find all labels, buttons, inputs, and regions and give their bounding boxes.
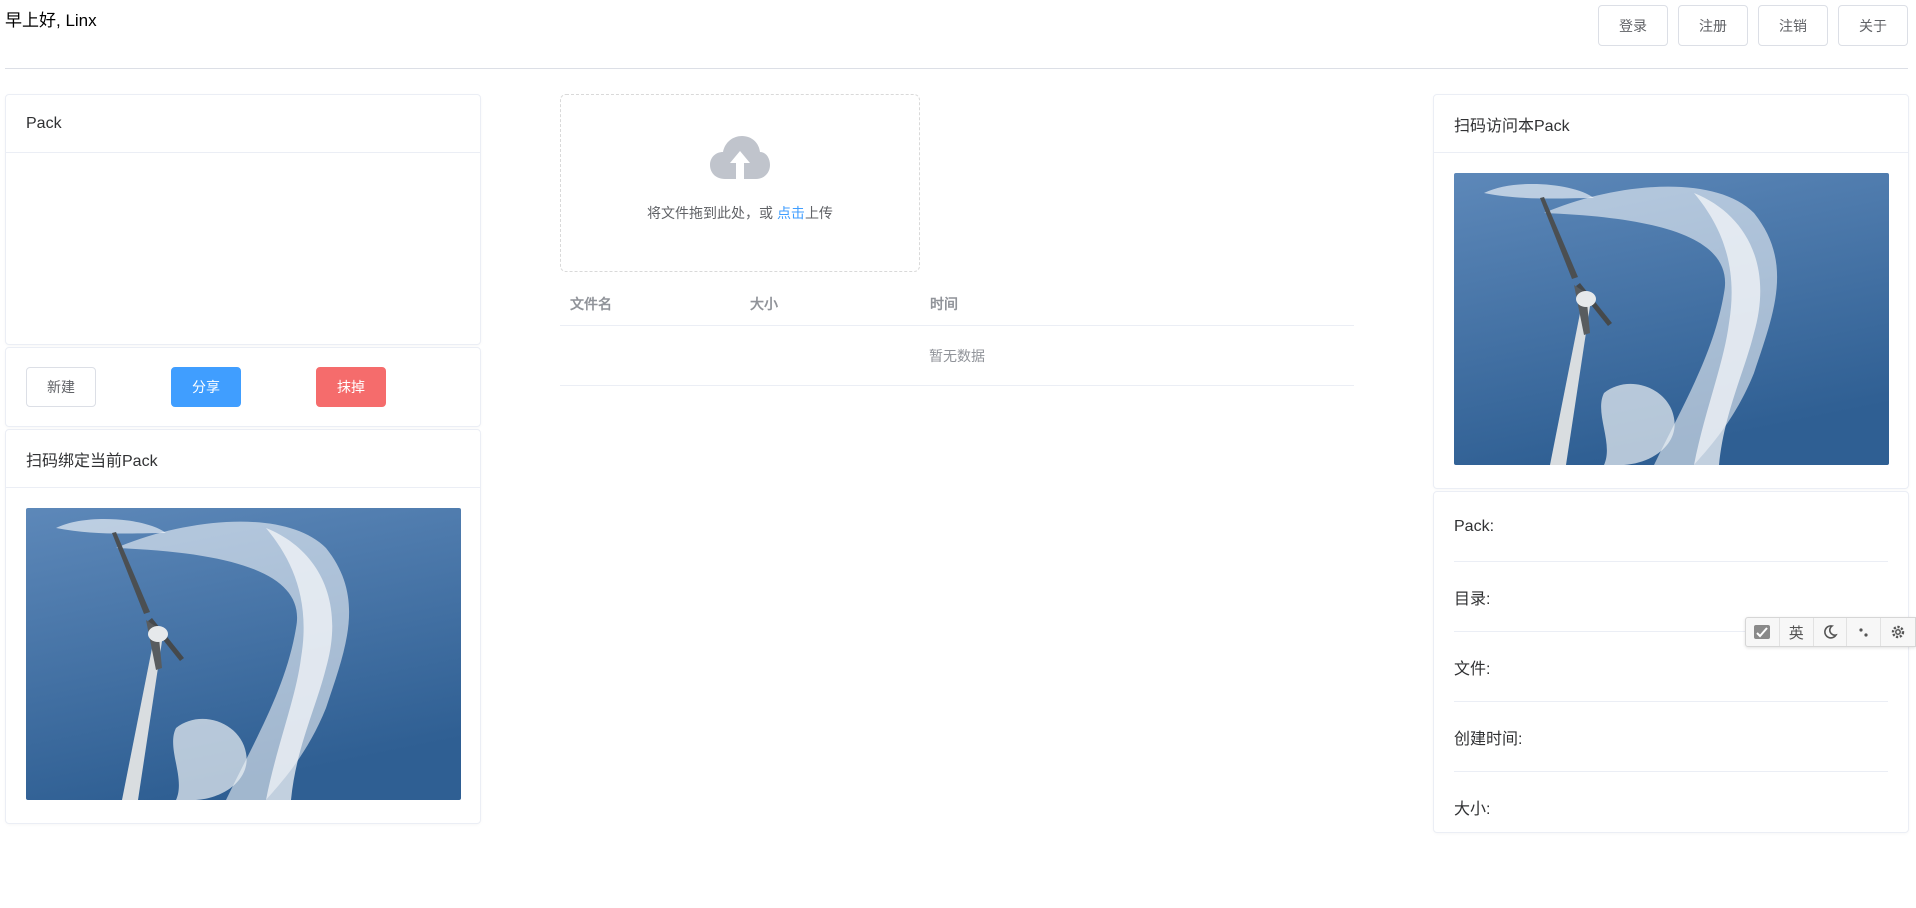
upload-dropzone[interactable]: 将文件拖到此处，或 点击上传 — [560, 94, 920, 272]
ime-language-toggle[interactable]: 英 — [1780, 618, 1814, 646]
column-size: 大小 — [750, 296, 778, 312]
column-filename: 文件名 — [570, 296, 612, 312]
register-button[interactable]: 注册 — [1678, 5, 1748, 46]
moon-glyph — [1824, 625, 1838, 639]
bind-card-title: 扫码绑定当前Pack — [6, 430, 480, 488]
ime-skin-glyph — [1754, 625, 1771, 639]
ime-moon-icon[interactable] — [1814, 618, 1848, 646]
file-table-header: 文件名 大小 时间 — [560, 283, 1354, 326]
upload-click-link[interactable]: 点击 — [777, 205, 805, 221]
column-time: 时间 — [930, 296, 958, 312]
bind-qr-image — [26, 508, 461, 800]
wind-turbine-image — [1454, 173, 1889, 465]
pack-actions-card: 新建 分享 抹掉 — [5, 347, 481, 427]
file-table: 文件名 大小 时间 暂无数据 — [560, 283, 1354, 386]
login-button[interactable]: 登录 — [1598, 5, 1668, 46]
wipe-button[interactable]: 抹掉 — [316, 367, 386, 407]
ime-toolbar: 英 — [1745, 617, 1916, 647]
wind-turbine-image — [26, 508, 461, 800]
visit-qr-image — [1454, 173, 1889, 465]
pack-card: Pack — [5, 94, 481, 345]
header-divider — [5, 68, 1908, 69]
logout-button[interactable]: 注销 — [1758, 5, 1828, 46]
visit-card-title: 扫码访问本Pack — [1434, 95, 1908, 153]
upload-cloud-icon — [710, 136, 770, 179]
upload-hint-text: 将文件拖到此处，或 — [647, 205, 777, 221]
greeting-text: 早上好, Linx — [5, 11, 97, 30]
visit-pack-card: 扫码访问本Pack — [1433, 94, 1909, 489]
about-button[interactable]: 关于 — [1838, 5, 1908, 46]
empty-data-text: 暂无数据 — [560, 326, 1354, 386]
pack-card-title: Pack — [6, 95, 480, 153]
ime-skin-icon[interactable] — [1746, 618, 1780, 646]
punctuation-glyph — [1859, 628, 1868, 637]
info-row-created-time: 创建时间: — [1454, 702, 1888, 772]
pack-info-card: Pack: 目录: 文件: 创建时间: 大小: — [1433, 491, 1909, 833]
bind-pack-card: 扫码绑定当前Pack — [5, 429, 481, 824]
new-button[interactable]: 新建 — [26, 367, 96, 407]
info-row-size: 大小: — [1454, 801, 1491, 818]
share-button[interactable]: 分享 — [171, 367, 241, 407]
top-nav: 登录 注册 注销 关于 — [1598, 5, 1908, 46]
info-row-pack: Pack: — [1454, 492, 1888, 562]
gear-icon — [1891, 625, 1905, 639]
upload-hint-suffix: 上传 — [804, 205, 833, 221]
upload-hint: 将文件拖到此处，或 点击上传 — [561, 203, 919, 223]
ime-punctuation-icon[interactable] — [1847, 618, 1882, 646]
ime-settings-icon[interactable] — [1881, 618, 1915, 646]
